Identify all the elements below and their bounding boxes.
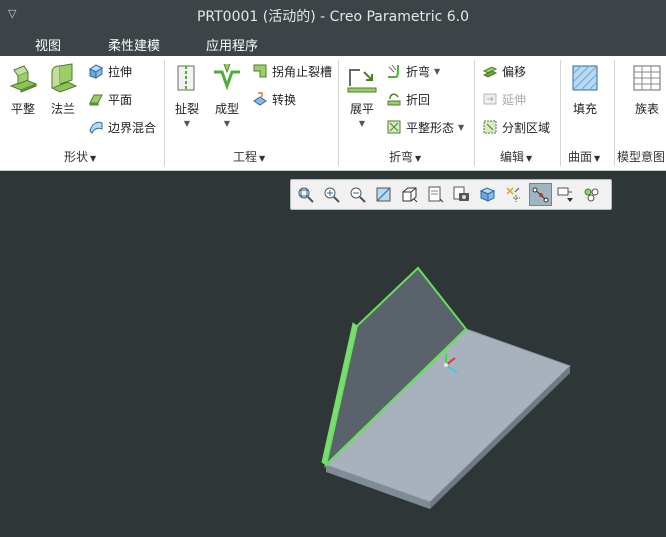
group-divider <box>560 60 561 166</box>
group-divider <box>474 60 475 166</box>
unbend-dropdown-icon[interactable]: ▼ <box>346 119 378 128</box>
bend-back-icon <box>387 93 401 106</box>
tab-flexible-modeling[interactable]: 柔性建模 <box>108 35 160 54</box>
extrude-button[interactable]: 拉伸 <box>88 62 132 80</box>
convert-label: 转换 <box>272 92 297 107</box>
rip-icon <box>177 65 195 91</box>
corner-relief-label: 拐角止裂槽 <box>272 64 333 79</box>
group-label-bends[interactable]: 折弯 ▼ <box>389 148 421 165</box>
planar-label: 平整 <box>10 102 35 116</box>
convert-icon <box>253 92 267 106</box>
flat-button[interactable]: 平面 <box>88 90 132 108</box>
corner-relief-button[interactable]: 拐角止裂槽 <box>252 62 332 80</box>
rip-button[interactable]: 扯裂 ▼ <box>172 62 202 128</box>
group-divider <box>164 60 165 166</box>
flange-icon <box>50 63 78 93</box>
boundary-blend-button[interactable]: 边界混合 <box>88 118 156 136</box>
zoom-in-icon[interactable] <box>321 184 342 205</box>
family-table-label: 族表 <box>634 102 659 116</box>
flat-state-label: 平整形态 <box>406 120 455 135</box>
ribbon-tabs: 视图 柔性建模 应用程序 <box>0 30 666 56</box>
flat-state-dropdown-icon[interactable]: ▼ <box>458 123 464 132</box>
group-label-model-intent[interactable]: 模型意图 <box>617 148 665 165</box>
boundary-blend-icon <box>89 121 103 134</box>
corner-relief-icon <box>253 64 267 78</box>
bend-button[interactable]: 折弯 ▼ <box>386 62 440 80</box>
flat-state-button[interactable]: 平整形态 ▼ <box>386 118 464 136</box>
graphics-toolbar <box>290 179 612 210</box>
split-area-label: 分割区域 <box>502 120 551 135</box>
extrude-icon <box>89 64 103 79</box>
group-divider <box>338 60 339 166</box>
extend-label: 延伸 <box>502 92 527 107</box>
offset-icon <box>482 66 498 78</box>
window-title: PRT0001 (活动的) - Creo Parametric 6.0 <box>196 9 470 25</box>
repaint-icon[interactable] <box>373 184 394 205</box>
form-dropdown-icon[interactable]: ▼ <box>210 119 244 128</box>
extend-icon <box>483 93 497 105</box>
boundary-blend-label: 边界混合 <box>108 120 157 135</box>
spin-center-icon[interactable] <box>529 183 552 206</box>
unbend-button[interactable]: 展平 ▼ <box>346 62 378 128</box>
bend-back-button[interactable]: 折回 <box>386 90 430 108</box>
extend-button[interactable]: 延伸 <box>482 90 526 108</box>
view-manager-icon[interactable] <box>451 184 472 205</box>
group-label-engineering[interactable]: 工程 ▼ <box>233 148 265 165</box>
offset-label: 偏移 <box>502 64 527 79</box>
bend-back-label: 折回 <box>406 92 431 107</box>
flat-state-icon <box>387 120 401 134</box>
bend-label: 折弯 <box>406 64 431 79</box>
fill-label: 填充 <box>572 102 597 116</box>
form-button[interactable]: 成型 ▼ <box>210 62 244 128</box>
graphics-area[interactable] <box>0 170 666 537</box>
perspective-icon[interactable] <box>477 184 498 205</box>
unbend-icon <box>347 69 377 93</box>
planar-button[interactable]: 平整 <box>8 62 38 117</box>
family-table-button[interactable]: 族表 <box>630 62 664 117</box>
extrude-label: 拉伸 <box>108 64 133 79</box>
group-label-surfaces[interactable]: 曲面 ▼ <box>568 148 600 165</box>
saved-orientations-icon[interactable] <box>425 184 446 205</box>
group-label-editing[interactable]: 编辑 ▼ <box>500 148 532 165</box>
rip-dropdown-icon[interactable]: ▼ <box>172 119 202 128</box>
planar-icon <box>9 65 38 93</box>
tab-view[interactable]: 视图 <box>35 35 61 54</box>
bend-icon <box>388 64 399 78</box>
form-icon <box>214 63 240 91</box>
flange-label: 法兰 <box>50 102 75 116</box>
ribbon: 平整 法兰 拉伸 平面 边界混合 形状 ▼ 扯裂 ▼ 成型 ▼ 拐角止裂槽 转换… <box>0 56 666 171</box>
fill-button[interactable]: 填充 <box>568 62 602 117</box>
annotation-display-icon[interactable] <box>555 184 576 205</box>
flat-icon <box>89 94 103 106</box>
title-bar: ▽ PRT0001 (活动的) - Creo Parametric 6.0 <box>0 0 666 30</box>
tab-applications[interactable]: 应用程序 <box>206 35 258 54</box>
convert-button[interactable]: 转换 <box>252 90 296 108</box>
form-label: 成型 <box>214 102 239 116</box>
refit-icon[interactable] <box>295 184 316 205</box>
unbend-label: 展平 <box>349 102 374 116</box>
bend-dropdown-icon[interactable]: ▼ <box>434 67 440 76</box>
flat-label: 平面 <box>108 92 133 107</box>
display-style-icon[interactable] <box>399 184 420 205</box>
datum-display-icon[interactable] <box>503 184 524 205</box>
family-table-icon <box>633 65 661 91</box>
rip-label: 扯裂 <box>174 102 199 116</box>
offset-button[interactable]: 偏移 <box>482 62 526 80</box>
split-area-button[interactable]: 分割区域 <box>482 118 550 136</box>
zoom-out-icon[interactable] <box>347 184 368 205</box>
appearance-icon[interactable] <box>581 184 602 205</box>
group-label-shape[interactable]: 形状 ▼ <box>64 148 96 165</box>
flange-button[interactable]: 法兰 <box>48 62 78 117</box>
group-divider <box>614 60 615 166</box>
split-area-icon <box>483 120 497 134</box>
fill-icon <box>572 65 598 91</box>
